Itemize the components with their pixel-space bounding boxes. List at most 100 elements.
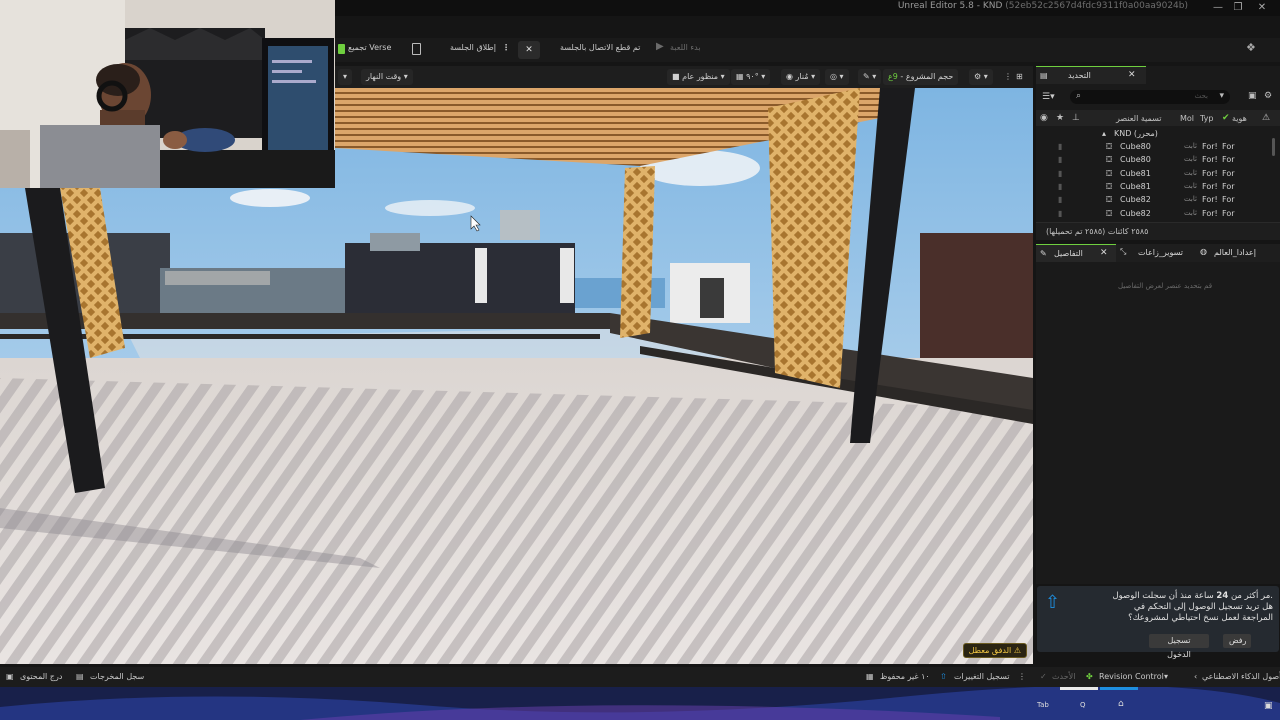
row-state: ثابت — [1184, 208, 1197, 217]
tab-assets[interactable]: ⤡ تسوير_زاعات — [1118, 244, 1198, 262]
visibility-icon[interactable]: ▮ — [1058, 142, 1062, 151]
disconnect-icon[interactable]: ✕ — [518, 41, 540, 59]
outliner-panel: ▤ التحديد ✕ ☰▾ ⌕ بحث ▾ ▣ ⚙ ◉ ★ ⊥ تسمية ا… — [1036, 66, 1280, 240]
table-row[interactable]: ▮ ⛋ Cube80 ثابت For! For — [1036, 154, 1280, 167]
brush-icon: ⤡ — [1120, 247, 1127, 256]
streaming-warning-badge[interactable]: الدفق معطل ⚠ — [962, 643, 1027, 658]
row-name: Cube82 — [1120, 208, 1151, 218]
row-type: For! — [1202, 181, 1218, 191]
more-options-icon[interactable]: ⋮ — [502, 43, 510, 52]
row-state: ثابت — [1184, 155, 1197, 164]
visibility-icon[interactable]: ▮ — [1058, 209, 1062, 218]
row-type: For! — [1202, 168, 1218, 178]
show-flags-dropdown[interactable]: ◎ ▾ — [825, 69, 849, 85]
play-icon[interactable]: ▶ — [656, 41, 664, 52]
row-state: ثابت — [1184, 168, 1197, 177]
launch-session-button[interactable]: إطلاق الجلسة — [450, 43, 496, 52]
row-name: Cube82 — [1120, 195, 1151, 205]
pencil-icon: ✎ — [1040, 249, 1047, 258]
notification-line-3: المراجعة لعمل نسخ احتياطي لمشروعك؟ — [1128, 613, 1273, 623]
multiplayer-icon[interactable]: ❖ — [1246, 41, 1256, 54]
visibility-icon[interactable]: ▮ — [1058, 195, 1062, 204]
row-identity: For — [1222, 208, 1235, 218]
unsaved-icon: ▦ — [866, 672, 874, 681]
session-status-text: تم قطع الاتصال بالجلسة — [560, 43, 641, 52]
cube-icon: ⛋ — [1106, 168, 1113, 178]
time-of-day-dropdown[interactable]: وقت النهار ▾ — [361, 69, 413, 85]
table-row[interactable]: ▮ ⛋ Cube82 ثابت For! For — [1036, 208, 1280, 221]
viewport-menu-chevron[interactable]: ▾ — [338, 69, 353, 85]
expand-arrow-icon[interactable]: ▴ — [1102, 129, 1106, 138]
changes-button[interactable]: تسجيل التغييرات — [954, 672, 1009, 681]
revision-control-button[interactable]: Revision Control — [1099, 672, 1164, 681]
ai-assets-button[interactable]: أصول الذكاء الاصطناعي — [1202, 672, 1280, 681]
row-identity: For — [1222, 195, 1235, 205]
perspective-dropdown[interactable]: ■ منظور عام ▾ — [667, 69, 730, 85]
notification-line-1: مر أكثر من 24 ساعة منذ أن سجلت الوصول. — [1112, 591, 1273, 601]
close-tab-icon[interactable]: ✕ — [1100, 248, 1108, 258]
details-empty-message: قم بتحديد عنصر لعرض التفاصيل — [1118, 282, 1213, 290]
table-row[interactable]: ▮ ⛋ Cube82 ثابت For! For — [1036, 194, 1280, 207]
project-size-indicator[interactable]: حجم المشروع - 9ع — [883, 69, 959, 85]
add-folder-icon[interactable]: ▣ — [1248, 91, 1257, 101]
root-label: KND (محرر) — [1114, 129, 1158, 138]
outliner-search-input[interactable]: ⌕ بحث ▾ — [1070, 90, 1230, 104]
output-log-button[interactable]: سجل المخرجات — [90, 672, 144, 681]
outliner-tab[interactable]: ▤ التحديد ✕ — [1036, 66, 1146, 84]
visibility-icon[interactable]: ▮ — [1058, 169, 1062, 178]
col-mobility[interactable]: Mol — [1180, 114, 1194, 123]
reject-button[interactable]: رفض — [1223, 634, 1251, 648]
visibility-icon[interactable]: ▮ — [1058, 182, 1062, 191]
row-type: For! — [1202, 142, 1218, 151]
maximize-button[interactable]: ❐ — [1228, 1, 1248, 15]
project-size-label: حجم المشروع — [905, 72, 954, 81]
tab-details[interactable]: ✎ التفاصيل ✕ — [1036, 244, 1116, 262]
table-row[interactable]: ▮ ⛋ Cube80 ثابت For! For — [1036, 141, 1280, 154]
fov-dropdown[interactable]: ▦ ٩٠° ▾ — [731, 69, 771, 85]
compile-verse-button[interactable]: تجميع Verse — [348, 43, 391, 52]
settings-gear-icon[interactable]: ⚙ ▾ — [969, 69, 993, 85]
row-name: Cube80 — [1120, 142, 1151, 151]
warning-icon: ⚠ — [1262, 113, 1271, 123]
outliner-scrollbar[interactable] — [1272, 138, 1275, 156]
more-options-icon[interactable]: ⋮ — [1018, 672, 1026, 681]
save-icon[interactable]: ▣ — [1264, 701, 1273, 711]
changes-icon: ⇧ — [940, 672, 947, 681]
close-window-button[interactable]: ✕ — [1252, 1, 1272, 15]
col-identity[interactable]: هوية — [1232, 114, 1247, 123]
visibility-eye-icon[interactable]: ◉ — [1040, 113, 1048, 123]
search-placeholder: بحث — [1194, 92, 1208, 100]
row-name: Cube81 — [1120, 168, 1151, 178]
table-row[interactable]: ▮ ⛋ Cube81 ثابت For! For — [1036, 181, 1280, 194]
notification-line-2: هل تريد تسجيل الوصول إلى التحكم في — [1133, 602, 1273, 612]
cube-icon: ⛋ — [1106, 195, 1113, 205]
start-game-button[interactable]: بدء اللعبة — [670, 43, 701, 52]
globe-icon: ◍ — [1200, 247, 1207, 256]
outliner-root-row[interactable]: ▴ KND (محرر) — [1036, 128, 1280, 141]
lit-mode-dropdown[interactable]: ◉ مُنار ▾ — [781, 69, 821, 85]
settings-gear-icon[interactable]: ⚙ — [1264, 91, 1272, 101]
visibility-icon[interactable]: ▮ — [1058, 155, 1062, 164]
filter-icon[interactable]: ☰▾ — [1042, 92, 1055, 102]
pin-icon[interactable]: ⊥ — [1072, 113, 1080, 123]
col-item-name[interactable]: تسمية العنصر — [1116, 114, 1162, 123]
chevron-left-icon[interactable]: ‹ — [1194, 672, 1197, 681]
tab-world-label: إعدادا_العالم — [1214, 248, 1256, 257]
login-button[interactable]: تسجيل الدخول — [1149, 634, 1209, 659]
status-bar: ▣ درج المحتوى ▤ سجل المخرجات ▦ ١٠ غير مح… — [0, 667, 1280, 687]
unsaved-count[interactable]: ١٠ غير محفوظ — [880, 672, 930, 681]
latest-button[interactable]: الأحدث — [1052, 672, 1075, 681]
content-drawer-button[interactable]: درج المحتوى — [20, 672, 62, 681]
revision-control-icon: ✤ — [1086, 672, 1093, 681]
close-tab-icon[interactable]: ✕ — [1128, 70, 1136, 80]
layout-grid-icon[interactable]: ⊞ — [1011, 69, 1028, 85]
minimize-button[interactable]: — — [1208, 1, 1228, 15]
tab-world-settings[interactable]: ◍ إعدادا_العالم — [1198, 244, 1280, 262]
favorite-star-icon[interactable]: ★ — [1056, 113, 1064, 123]
row-type: For! — [1202, 195, 1218, 205]
webcam-overlay — [0, 0, 335, 188]
table-row[interactable]: ▮ ⛋ Cube81 ثابت For! For — [1036, 168, 1280, 181]
transform-tools-dropdown[interactable]: ✎ ▾ — [858, 69, 882, 85]
col-type[interactable]: Typ — [1200, 114, 1213, 123]
viewport-toolbar: ▾ وقت النهار ▾ ■ منظور عام ▾ ▦ ٩٠° ▾ ◉ م… — [335, 66, 1033, 88]
